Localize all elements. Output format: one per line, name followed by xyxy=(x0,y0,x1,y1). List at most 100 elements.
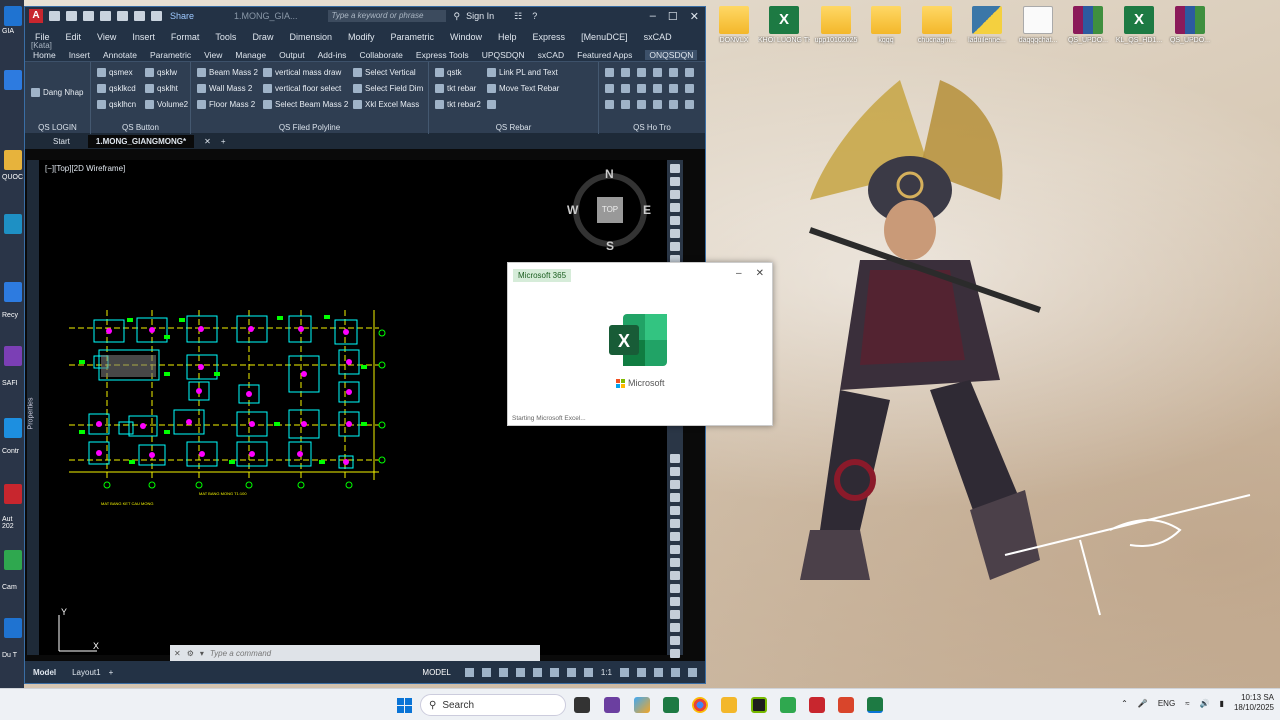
tool-icon[interactable] xyxy=(670,493,680,502)
app-icon[interactable] xyxy=(663,697,679,713)
menu-draw[interactable]: Draw xyxy=(252,32,273,42)
menu-window[interactable]: Window xyxy=(450,32,482,42)
qsklhcn-button[interactable]: qsklhcn xyxy=(97,100,136,109)
tool-icon[interactable] xyxy=(621,100,630,109)
share-button[interactable]: Share xyxy=(170,11,194,21)
tool-icon[interactable] xyxy=(637,68,646,77)
polar-icon[interactable] xyxy=(515,667,525,677)
task-view-icon[interactable] xyxy=(574,697,590,713)
battery-icon[interactable]: ▮ xyxy=(1220,699,1224,708)
shortcut-icon[interactable] xyxy=(4,550,22,570)
close-button[interactable]: ✕ xyxy=(690,10,699,23)
tool-icon[interactable] xyxy=(653,100,662,109)
menu-view[interactable]: View xyxy=(97,32,116,42)
tool-icon[interactable] xyxy=(670,203,680,212)
viewcube-east[interactable]: E xyxy=(643,203,651,217)
desktop-icon-doc[interactable]: daqqqchat... xyxy=(1012,6,1064,45)
snap-icon[interactable] xyxy=(481,667,491,677)
tab-sxcad[interactable]: sxCAD xyxy=(538,50,564,60)
cart-icon[interactable]: ☷ xyxy=(514,11,522,22)
minimize-button[interactable]: – xyxy=(650,10,656,23)
desktop-icon-rar[interactable]: QS_UPDO... xyxy=(1164,6,1216,45)
tool-icon[interactable] xyxy=(670,454,680,463)
new-icon[interactable] xyxy=(49,11,60,21)
beam-mass-2-button[interactable]: Beam Mass 2 xyxy=(197,68,258,77)
desktop-icon-rar[interactable]: QS_UPDO... xyxy=(1062,6,1114,45)
autocad-logo-icon[interactable]: A xyxy=(29,9,43,23)
close-command-icon[interactable]: ✕ xyxy=(174,649,181,658)
menu-modify[interactable]: Modify xyxy=(348,32,375,42)
maximize-button[interactable]: ☐ xyxy=(668,10,678,23)
search-icon[interactable]: ⚲ xyxy=(454,11,461,22)
menu-menudce[interactable]: [MenuDCE] xyxy=(581,32,628,42)
close-button[interactable]: ✕ xyxy=(756,268,764,279)
tool-icon[interactable] xyxy=(605,84,614,93)
volume-icon[interactable]: 🔊 xyxy=(1200,699,1210,708)
tab-parametric[interactable]: Parametric xyxy=(150,50,191,60)
recent-commands-icon[interactable]: ▾ xyxy=(200,649,204,658)
viewcube-west[interactable]: W xyxy=(567,203,578,217)
file-explorer-icon[interactable] xyxy=(721,697,737,713)
qsklkcd-button[interactable]: qsklkcd xyxy=(97,84,136,93)
plus-icon[interactable] xyxy=(637,667,646,677)
edge-shortcut-icon[interactable] xyxy=(4,6,22,26)
volume2-button[interactable]: Volume2 xyxy=(145,100,188,109)
tab-collaborate[interactable]: Collaborate xyxy=(359,50,402,60)
tool-icon[interactable] xyxy=(670,229,680,238)
tab-home[interactable]: Home xyxy=(33,50,56,60)
desktop-icon-excel[interactable]: X KHOI LUONG THACH CA... xyxy=(758,6,810,45)
tool-icon[interactable] xyxy=(653,84,662,93)
copilot-icon[interactable] xyxy=(634,697,650,713)
microphone-icon[interactable]: 🎤 xyxy=(1138,699,1148,708)
model-space-toggle[interactable]: MODEL xyxy=(422,668,450,677)
desktop-icon-folder[interactable]: kqqq xyxy=(860,6,912,45)
tool-icon[interactable] xyxy=(637,100,646,109)
save-as-icon[interactable] xyxy=(100,11,111,21)
vertical-floor-select-button[interactable]: vertical floor select xyxy=(263,84,341,93)
help-search-input[interactable]: Type a keyword or phrase xyxy=(327,10,446,22)
chrome-icon[interactable] xyxy=(692,697,708,713)
chevron-up-icon[interactable]: ⌃ xyxy=(1121,699,1128,708)
viewcube-north[interactable]: N xyxy=(605,167,614,181)
menu-dimension[interactable]: Dimension xyxy=(289,32,332,42)
tab-output[interactable]: Output xyxy=(279,50,305,60)
tab-layout1[interactable]: Layout1 xyxy=(64,668,108,677)
tab-upqsdqn[interactable]: UPQSDQN xyxy=(482,50,525,60)
excel-taskbar-icon[interactable] xyxy=(867,697,883,713)
tool-icon[interactable] xyxy=(670,610,680,619)
viewcube-top-face[interactable]: TOP xyxy=(597,197,623,223)
viewcube[interactable]: TOP N S E W xyxy=(567,167,651,253)
new-tab-icon[interactable]: + xyxy=(221,137,226,146)
osnap-icon[interactable] xyxy=(532,667,542,677)
properties-palette[interactable]: Properties xyxy=(27,160,39,655)
tool-icon[interactable] xyxy=(685,84,694,93)
tool-icon[interactable] xyxy=(670,584,680,593)
menu-sxcad[interactable]: sxCAD xyxy=(644,32,672,42)
menu-icon[interactable] xyxy=(688,667,697,677)
app-icon[interactable] xyxy=(604,697,620,713)
tool-icon[interactable] xyxy=(670,164,680,173)
tool-icon[interactable] xyxy=(670,467,680,476)
select-vertical-button[interactable]: Select Vertical xyxy=(353,68,416,77)
app-icon[interactable] xyxy=(838,697,854,713)
tool-icon[interactable] xyxy=(670,649,680,658)
shortcut-icon[interactable] xyxy=(4,346,22,366)
nvidia-icon[interactable] xyxy=(751,697,767,713)
autocad-taskbar-icon[interactable] xyxy=(809,697,825,713)
ortho-icon[interactable] xyxy=(498,667,508,677)
tool-icon[interactable] xyxy=(670,545,680,554)
desktop-icon-folder[interactable]: DONVLX xyxy=(708,6,760,45)
vertical-mass-draw-button[interactable]: vertical mass draw xyxy=(263,68,341,77)
dang-nhap-button[interactable]: Dang Nhap xyxy=(31,88,83,97)
qstk-button[interactable]: qstk xyxy=(435,68,462,77)
tab-start[interactable]: Start xyxy=(45,135,78,148)
tool-icon[interactable] xyxy=(670,571,680,580)
tab-drawing[interactable]: 1.MONG_GIANGMONG* xyxy=(87,134,195,148)
clock[interactable]: 10:13 SA 18/10/2025 xyxy=(1234,693,1274,713)
desktop-icon-excel[interactable]: X KL_QS_HD1... xyxy=(1113,6,1165,45)
tool-icon[interactable] xyxy=(669,68,678,77)
minimize-button[interactable]: – xyxy=(736,268,742,279)
link-pl-and-text-button[interactable]: Link PL and Text xyxy=(487,68,558,77)
wifi-icon[interactable]: ≈ xyxy=(1185,699,1189,708)
help-icon[interactable]: ? xyxy=(532,11,537,21)
